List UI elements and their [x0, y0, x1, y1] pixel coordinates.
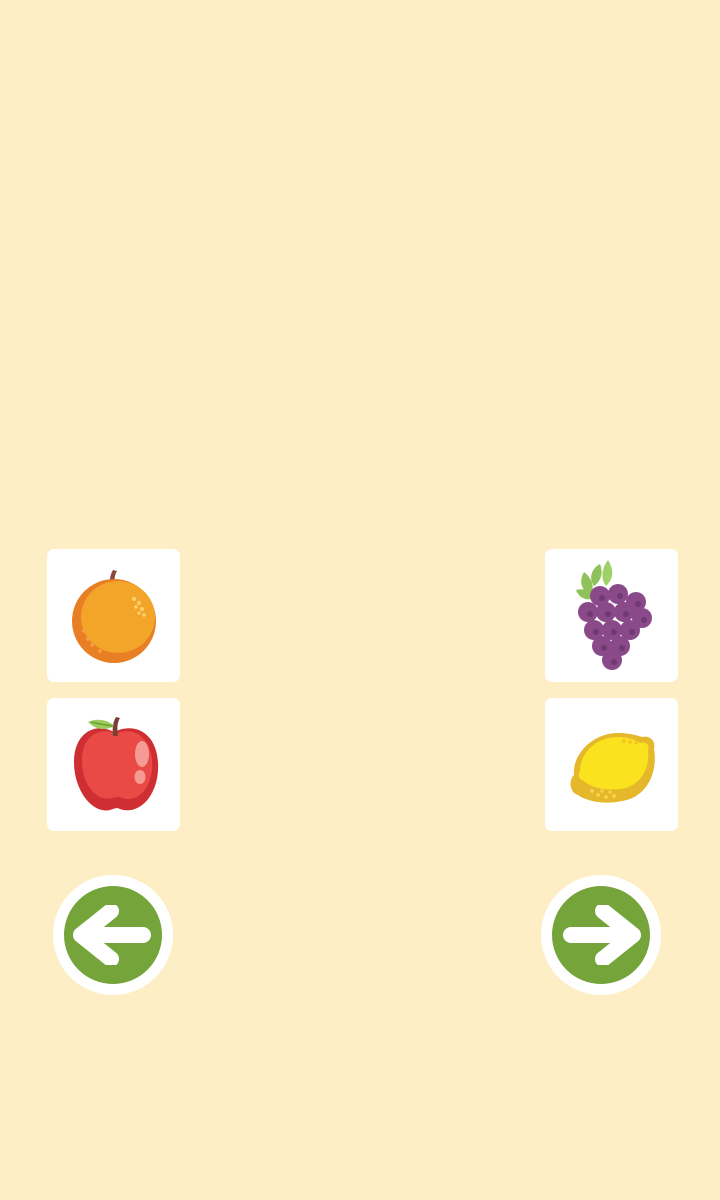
next-button[interactable]	[541, 875, 661, 995]
fruit-card-apple[interactable]	[47, 698, 180, 831]
orange-icon	[71, 569, 156, 663]
previous-button-disc	[64, 886, 162, 984]
fruit-card-orange[interactable]	[47, 549, 180, 682]
fruit-card-lemon[interactable]	[545, 698, 678, 831]
previous-button[interactable]	[53, 875, 173, 995]
apple-icon	[73, 716, 158, 810]
fruit-card-grapes[interactable]	[545, 549, 678, 682]
arrow-right-icon	[563, 905, 641, 965]
next-button-disc	[552, 886, 650, 984]
arrow-left-icon	[73, 905, 151, 965]
lemon-icon	[570, 732, 655, 803]
game-stage	[0, 0, 720, 1200]
grapes-icon	[575, 560, 652, 670]
